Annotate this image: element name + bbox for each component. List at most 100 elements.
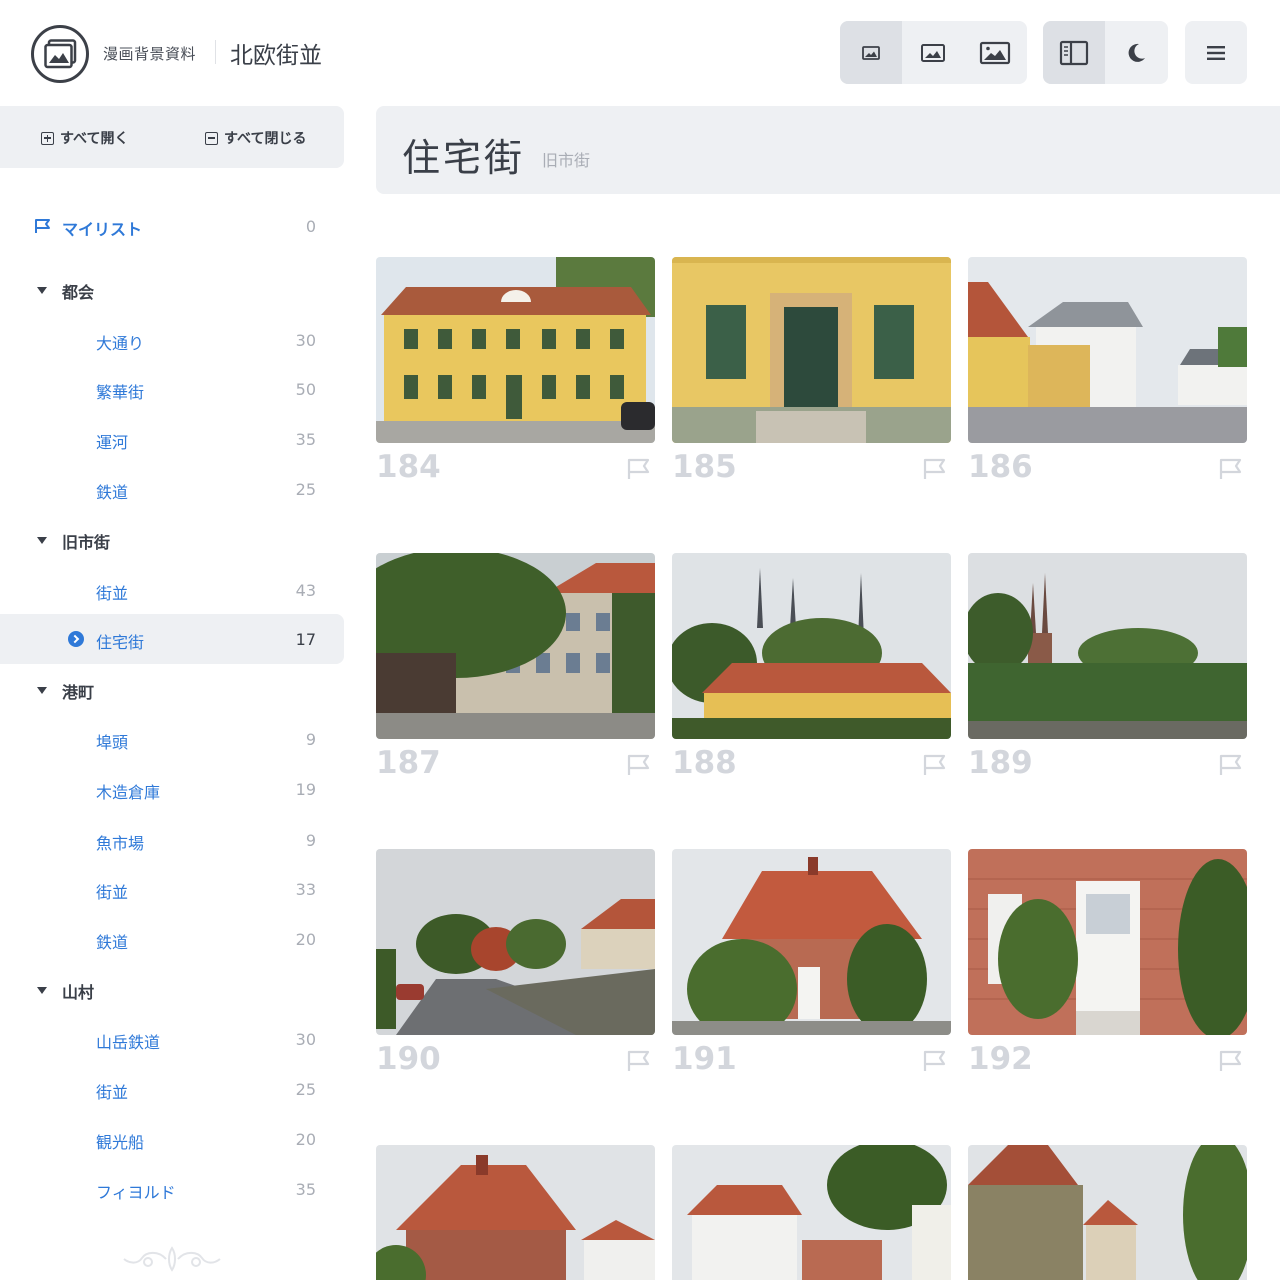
expand-all-label: すべて開く (60, 131, 129, 147)
menu-button-group (1185, 21, 1247, 84)
photo-number: 186 (968, 449, 1033, 485)
subitem-count: 25 (295, 1080, 316, 1099)
photo-thumbnail[interactable] (968, 553, 1247, 739)
subitem-count: 17 (295, 630, 316, 649)
flag-icon[interactable] (626, 753, 652, 777)
sidebar-subitem[interactable]: 街並 43 (0, 565, 344, 615)
photo-card[interactable]: 191 (672, 849, 951, 1077)
photo-number: 191 (672, 1041, 737, 1077)
gallery-logo-icon (44, 39, 77, 69)
photo-thumbnail[interactable] (672, 553, 951, 739)
photo-thumbnail[interactable] (968, 257, 1247, 443)
photo-card[interactable]: 192 (968, 849, 1247, 1077)
photo-card[interactable] (376, 1145, 655, 1280)
flag-icon (35, 219, 50, 233)
sidebar-toggle-button[interactable] (1043, 21, 1105, 84)
flag-icon[interactable] (922, 1049, 948, 1073)
sidebar-subitem[interactable]: 観光船 20 (0, 1114, 344, 1164)
category-toggle[interactable]: 山村 (0, 964, 344, 1014)
page-header: 住宅街 旧市街 (376, 106, 1280, 194)
category-toggle[interactable]: 港町 (0, 664, 344, 714)
subitem-count: 25 (295, 480, 316, 499)
category-toggle[interactable]: 旧市街 (0, 514, 344, 564)
sidebar-subitem[interactable]: 魚市場 9 (0, 815, 344, 865)
subitem-label: 街並 (96, 883, 129, 902)
sidebar-subitem[interactable]: 山岳鉄道 30 (0, 1014, 344, 1064)
photo-card[interactable]: 190 (376, 849, 655, 1077)
menu-button[interactable] (1185, 21, 1247, 84)
size-large-button[interactable] (964, 21, 1026, 84)
sidebar-subitem[interactable]: 大通り 30 (0, 315, 344, 365)
subitem-count: 30 (295, 1030, 316, 1049)
subitem-count: 35 (295, 430, 316, 449)
subitem-label: 街並 (96, 584, 129, 603)
image-small-icon (862, 45, 880, 60)
photo-thumbnail[interactable] (376, 849, 655, 1035)
category-toggle[interactable]: 都会 (0, 264, 344, 314)
photo-thumbnail[interactable] (376, 1145, 655, 1280)
photo-number: 189 (968, 745, 1033, 781)
subitem-label: 大通り (96, 334, 145, 353)
photo-thumbnail[interactable] (672, 257, 951, 443)
flag-icon[interactable] (1218, 753, 1244, 777)
subitem-count: 35 (295, 1180, 316, 1199)
sidebar-subitem[interactable]: 街並 33 (0, 864, 344, 914)
collapse-all-button[interactable]: すべて閉じる (205, 128, 306, 148)
photo-number: 188 (672, 745, 737, 781)
photo-card[interactable]: 184 (376, 257, 655, 485)
subitem-label: 繁華街 (96, 383, 145, 402)
app-logo[interactable] (31, 25, 89, 83)
photo-card[interactable] (672, 1145, 951, 1280)
photo-card[interactable]: 186 (968, 257, 1247, 485)
photo-card[interactable]: 185 (672, 257, 951, 485)
photo-thumbnail[interactable] (376, 553, 655, 739)
subitem-count: 33 (295, 880, 316, 899)
flag-icon[interactable] (922, 457, 948, 481)
collapse-all-label: すべて閉じる (224, 131, 307, 147)
subitem-count: 30 (295, 331, 316, 350)
size-medium-button[interactable] (902, 21, 964, 84)
sidebar-subitem[interactable]: 運河 35 (0, 414, 344, 464)
photo-number: 192 (968, 1041, 1033, 1077)
expand-collapse-bar: すべて開く すべて閉じる (0, 106, 344, 168)
sidebar-subitem[interactable]: 木造倉庫 19 (0, 764, 344, 814)
sidebar-subitem-selected[interactable]: 住宅街 17 (0, 614, 344, 664)
sidebar-item-mylist[interactable]: マイリスト 0 (0, 201, 344, 251)
photo-card[interactable]: 189 (968, 553, 1247, 781)
size-small-button[interactable] (840, 21, 902, 84)
mylist-label: マイリスト (62, 220, 143, 239)
mylist-count: 0 (305, 217, 316, 236)
sidebar-subitem[interactable]: 埠頭 9 (0, 714, 344, 764)
dark-mode-button[interactable] (1105, 21, 1167, 84)
view-options-group (1043, 21, 1168, 84)
collection-title: 北欧街並 (230, 43, 322, 69)
sidebar-subitem[interactable]: 街並 25 (0, 1064, 344, 1114)
sidebar-subitem[interactable]: フィヨルド 35 (0, 1164, 344, 1214)
photo-thumbnail[interactable] (968, 1145, 1247, 1280)
subitem-label: 観光船 (96, 1133, 145, 1152)
photo-thumbnail[interactable] (672, 1145, 951, 1280)
flag-icon[interactable] (1218, 1049, 1244, 1073)
flag-icon[interactable] (626, 457, 652, 481)
image-large-icon (979, 41, 1011, 64)
category-label: 山村 (62, 983, 95, 1002)
page-subtitle: 旧市街 (542, 151, 591, 170)
photo-card[interactable]: 187 (376, 553, 655, 781)
photo-thumbnail[interactable] (672, 849, 951, 1035)
flag-icon[interactable] (922, 753, 948, 777)
photo-thumbnail[interactable] (968, 849, 1247, 1035)
sidebar-subitem[interactable]: 鉄道 20 (0, 914, 344, 964)
flag-icon[interactable] (626, 1049, 652, 1073)
photo-number: 184 (376, 449, 441, 485)
sidebar-subitem[interactable]: 鉄道 25 (0, 464, 344, 514)
sidebar-subitem[interactable]: 繁華街 50 (0, 364, 344, 414)
photo-number: 190 (376, 1041, 441, 1077)
subitem-label: フィヨルド (96, 1183, 176, 1202)
moon-icon (1128, 43, 1145, 62)
photo-card[interactable]: 188 (672, 553, 951, 781)
expand-all-button[interactable]: すべて開く (41, 128, 128, 148)
photo-thumbnail[interactable] (376, 257, 655, 443)
flag-icon[interactable] (1218, 457, 1244, 481)
subitem-label: 魚市場 (96, 834, 145, 853)
photo-card[interactable] (968, 1145, 1247, 1280)
